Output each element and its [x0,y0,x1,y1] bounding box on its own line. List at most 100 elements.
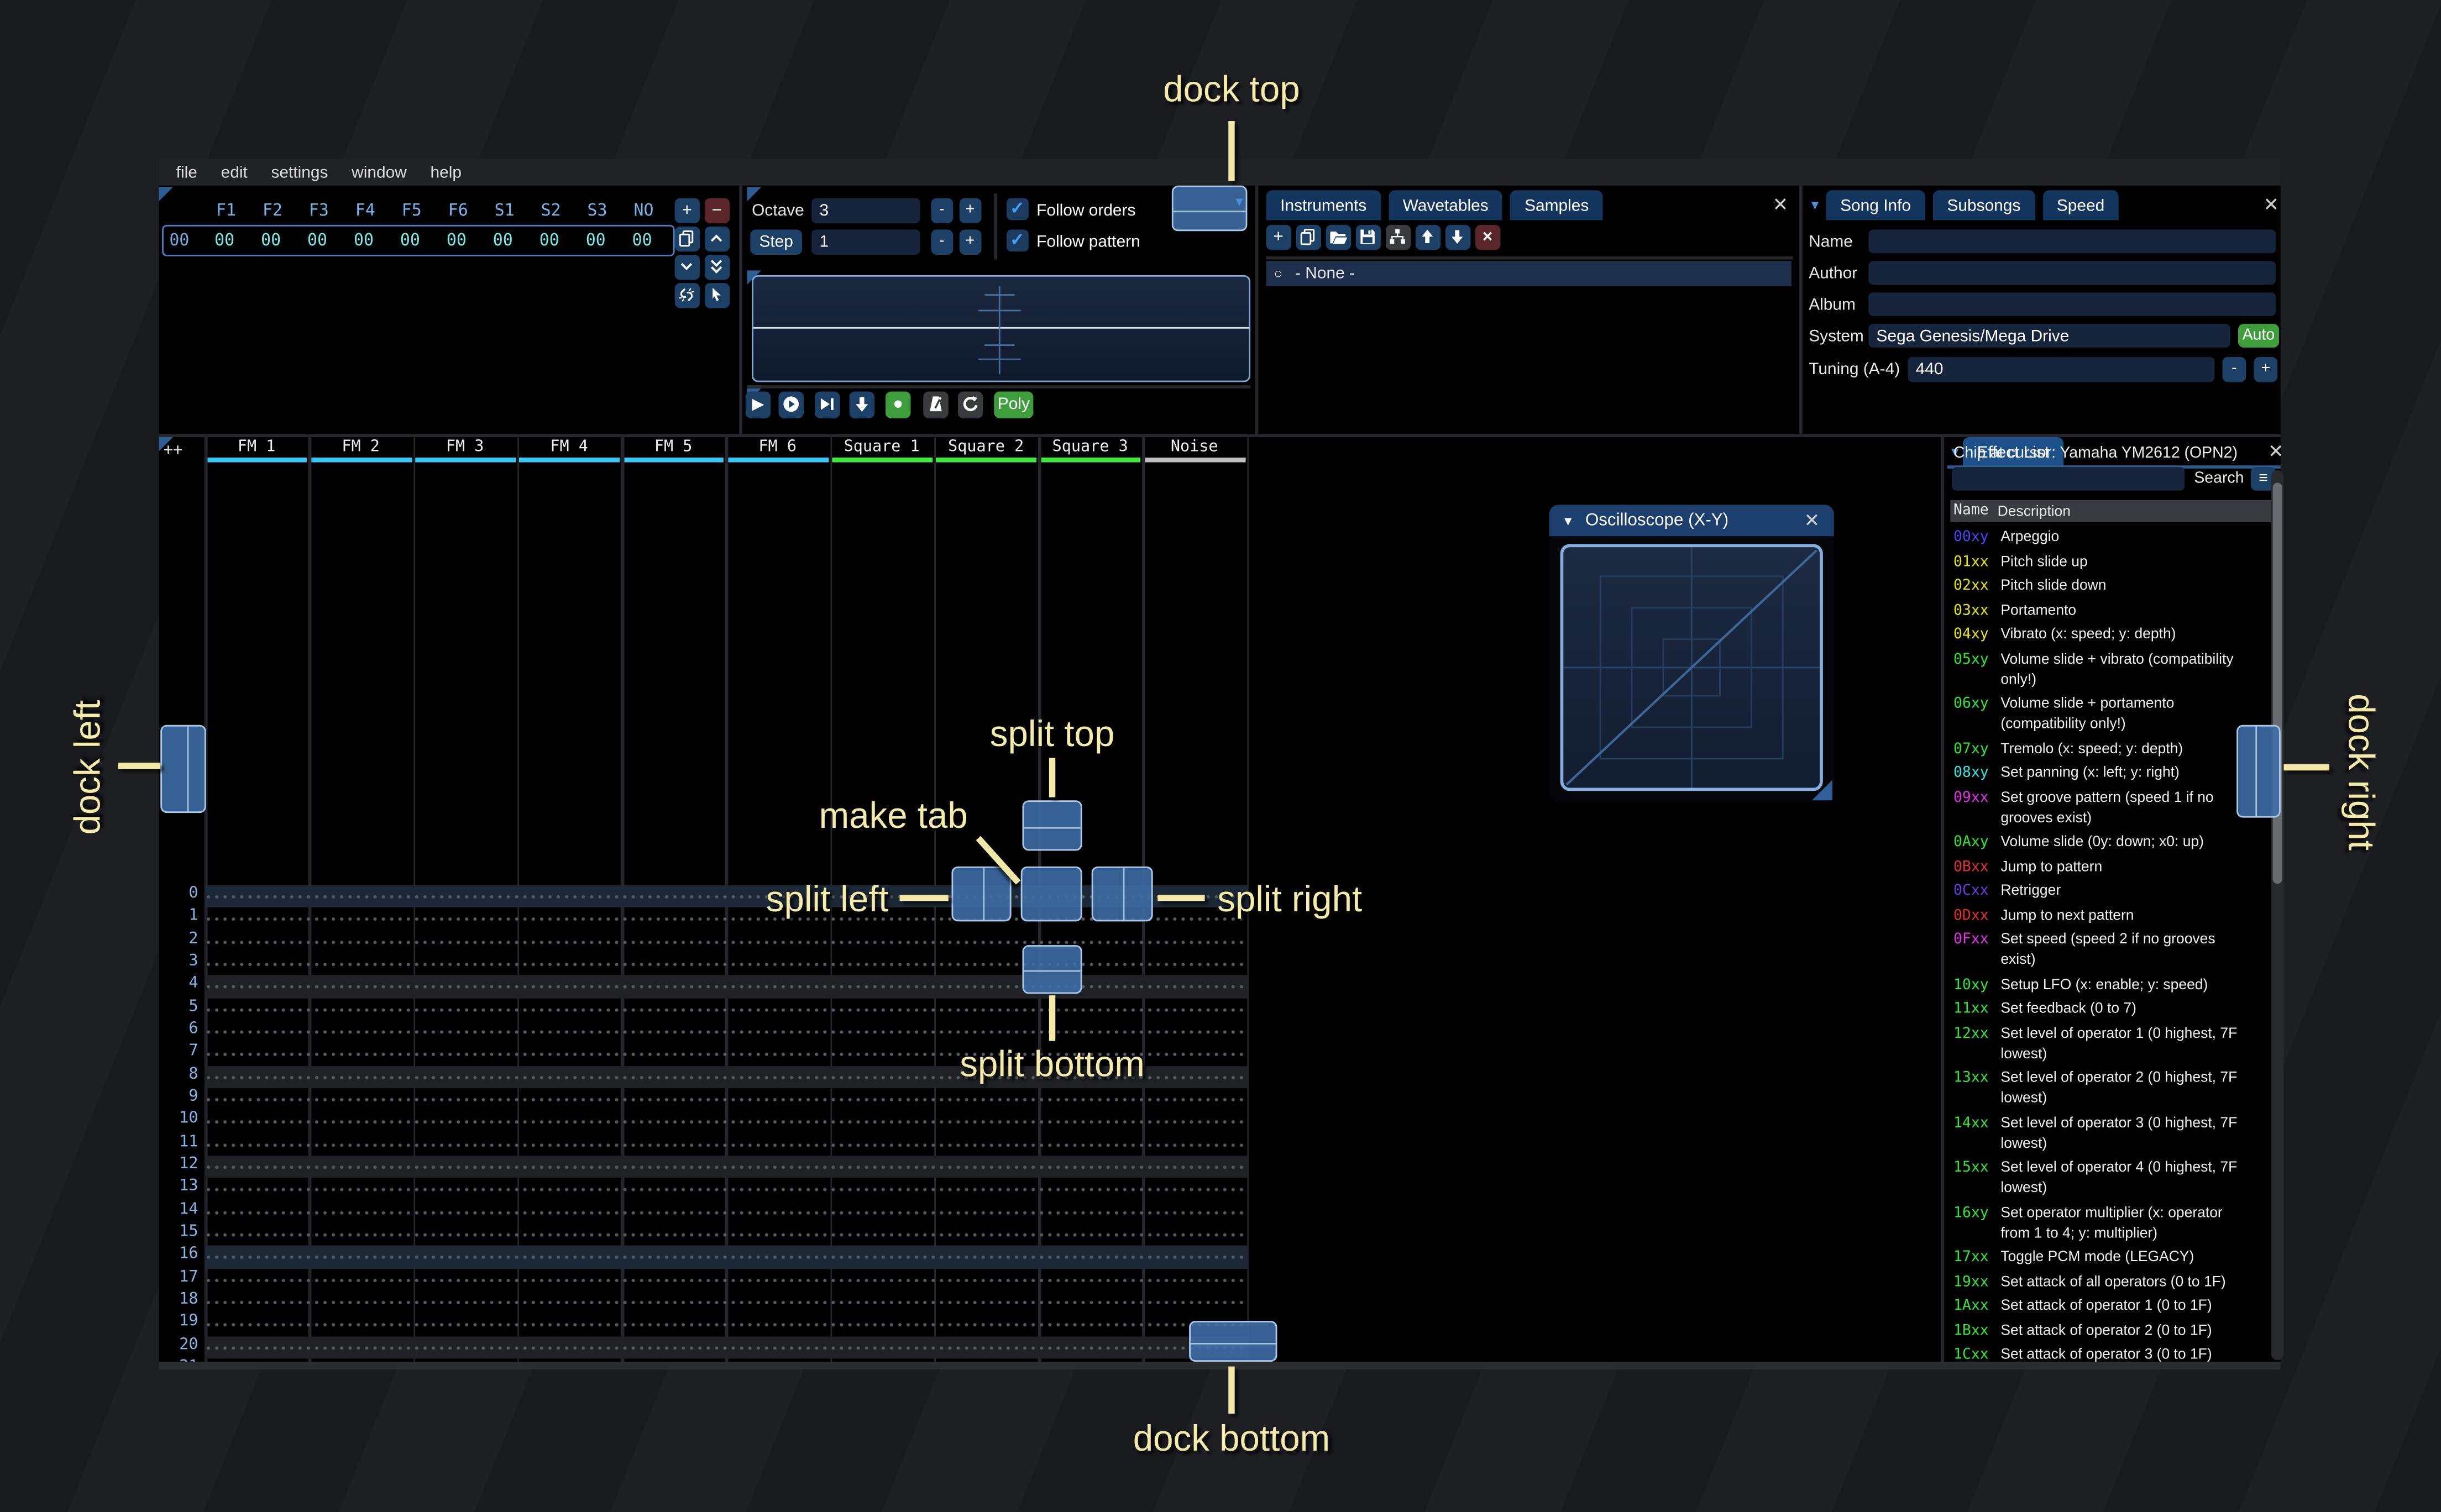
pattern-expand-control[interactable]: ++ [164,442,182,459]
octave-plus-button[interactable]: + [959,198,981,223]
row-empty-cells[interactable] [204,930,1246,953]
order-cell[interactable]: 00 [294,231,341,250]
split-left-target[interactable] [951,866,1012,922]
order-cell[interactable]: 00 [573,231,619,250]
collapse-triangle-icon[interactable]: ▼ [1562,513,1574,528]
song-info-tab[interactable]: Subsongs [1932,190,2035,221]
play-pattern-button[interactable] [778,391,804,418]
order-cell[interactable]: 00 [201,231,248,250]
step-row-button[interactable] [849,391,875,418]
order-move-down-button[interactable] [674,254,699,280]
oscilloscope-close-icon[interactable]: ✕ [1803,510,1821,532]
effect-search-input[interactable] [1952,467,2185,491]
instrument-move-down-button[interactable] [1445,224,1470,249]
order-cell[interactable]: 00 [526,231,573,250]
channel-header-cell[interactable]: FM 2 [308,435,413,465]
row-empty-cells[interactable] [204,953,1246,976]
song-info-close-icon[interactable]: ✕ [2262,193,2281,216]
split-right-target[interactable] [1091,866,1153,922]
row-empty-cells[interactable] [204,998,1246,1021]
instruments-tab[interactable]: Samples [1510,190,1603,221]
effect-row[interactable]: 00xy Arpeggio [1953,527,2268,547]
instruments-tab[interactable]: Instruments [1266,190,1381,221]
order-move-up-button[interactable] [704,226,729,251]
effect-list-scrollbar[interactable] [2271,470,2284,1361]
step-plus-button[interactable]: + [959,229,981,254]
instrument-save-button[interactable] [1355,224,1380,249]
follow-pattern-checkbox[interactable]: ✓ [1007,229,1028,251]
step-input[interactable]: 1 [811,229,920,254]
row-empty-cells[interactable] [204,885,1246,908]
pattern-row[interactable]: 5 [159,998,1936,1021]
pattern-row[interactable]: 13 [159,1178,1936,1201]
channel-header-cell[interactable]: Noise [1142,435,1246,465]
split-top-target[interactable] [1022,800,1082,851]
instruments-tab[interactable]: Wavetables [1389,190,1503,221]
record-button[interactable]: ● [885,391,911,418]
order-deep-clone-button[interactable] [674,283,699,308]
menu-item[interactable]: edit [221,162,248,181]
menu-item[interactable]: file [176,162,197,181]
pattern-row[interactable]: 6 [159,1020,1936,1043]
song-info-tab[interactable]: Speed [2042,190,2119,221]
effect-row[interactable]: 1Cxx Set attack of operator 3 (0 to 1F) [1953,1345,2268,1363]
effect-row[interactable]: 0Axy Volume slide (0y: down; x0: up) [1953,832,2268,852]
tuning-input[interactable]: 440 [1908,356,2215,382]
channel-header-cell[interactable]: FM 3 [413,435,517,465]
pattern-row[interactable]: 10 [159,1110,1936,1133]
pattern-row[interactable]: 14 [159,1200,1936,1224]
dock-left-target[interactable] [160,725,206,813]
menu-item[interactable]: help [430,162,462,181]
effect-row[interactable]: 10xy Setup LFO (x: enable; y: speed) [1953,974,2268,995]
order-remove-button[interactable]: − [704,198,729,223]
row-empty-cells[interactable] [204,1133,1246,1156]
effect-row[interactable]: 05xy Volume slide + vibrato (compatibili… [1953,649,2268,690]
row-empty-cells[interactable] [204,1223,1246,1246]
name-input[interactable] [1868,229,2276,254]
effect-row[interactable]: 0Bxx Jump to pattern [1953,856,2268,876]
pattern-row[interactable]: 17 [159,1268,1936,1291]
instrument-add-button[interactable]: + [1266,224,1291,249]
effect-row[interactable]: 1Bxx Set attack of operator 2 (0 to 1F) [1953,1320,2268,1341]
channel-header-cell[interactable]: FM 1 [205,435,309,465]
row-empty-cells[interactable] [204,1156,1246,1178]
row-empty-cells[interactable] [204,907,1246,931]
window-bottom-edge[interactable] [159,1362,2281,1370]
author-input[interactable] [1868,261,2276,285]
make-tab-target[interactable] [1020,866,1082,922]
row-empty-cells[interactable] [204,1290,1246,1314]
row-empty-cells[interactable] [204,1313,1246,1336]
effect-row[interactable]: 04xy Vibrato (x: speed; y: depth) [1953,624,2268,645]
order-cell[interactable]: 00 [341,231,387,250]
effect-row[interactable]: 0Cxx Retrigger [1953,880,2268,901]
instrument-move-up-button[interactable] [1415,224,1440,249]
row-empty-cells[interactable] [204,975,1246,998]
order-cell[interactable]: 00 [248,231,294,250]
effect-row[interactable]: 09xx Set groove pattern (speed 1 if no g… [1953,787,2268,828]
order-edit-mode-button[interactable] [704,283,729,308]
instrument-duplicate-button[interactable] [1296,224,1321,249]
album-input[interactable] [1868,292,2276,316]
instrument-open-button[interactable] [1326,224,1350,249]
row-empty-cells[interactable] [204,1020,1246,1043]
pattern-row[interactable]: 15 [159,1223,1936,1246]
effect-row[interactable]: 11xx Set feedback (0 to 7) [1953,999,2268,1019]
order-add-button[interactable]: + [674,198,699,223]
channel-header-cell[interactable]: FM 6 [725,435,830,465]
play-from-cursor-button[interactable] [814,391,840,418]
pattern-row[interactable]: 19 [159,1313,1936,1336]
pattern-row[interactable]: 9 [159,1088,1936,1111]
effect-row[interactable]: 14xx Set level of operator 3 (0 highest,… [1953,1112,2268,1153]
channel-header-cell[interactable]: Square 2 [934,435,1038,465]
octave-minus-button[interactable]: - [931,198,952,223]
effect-row[interactable]: 17xx Toggle PCM mode (LEGACY) [1953,1247,2268,1267]
row-empty-cells[interactable] [204,1110,1246,1133]
order-cell[interactable]: 00 [433,231,480,250]
pattern-row[interactable]: 18 [159,1290,1936,1314]
follow-orders-checkbox[interactable]: ✓ [1007,198,1028,219]
channel-header-cell[interactable]: FM 5 [621,435,726,465]
effect-row[interactable]: 07xy Tremolo (x: speed; y: depth) [1953,738,2268,759]
effect-row[interactable]: 19xx Set attack of all operators (0 to 1… [1953,1272,2268,1292]
dock-right-target[interactable] [2236,725,2281,818]
effect-row[interactable]: 03xx Portamento [1953,600,2268,621]
